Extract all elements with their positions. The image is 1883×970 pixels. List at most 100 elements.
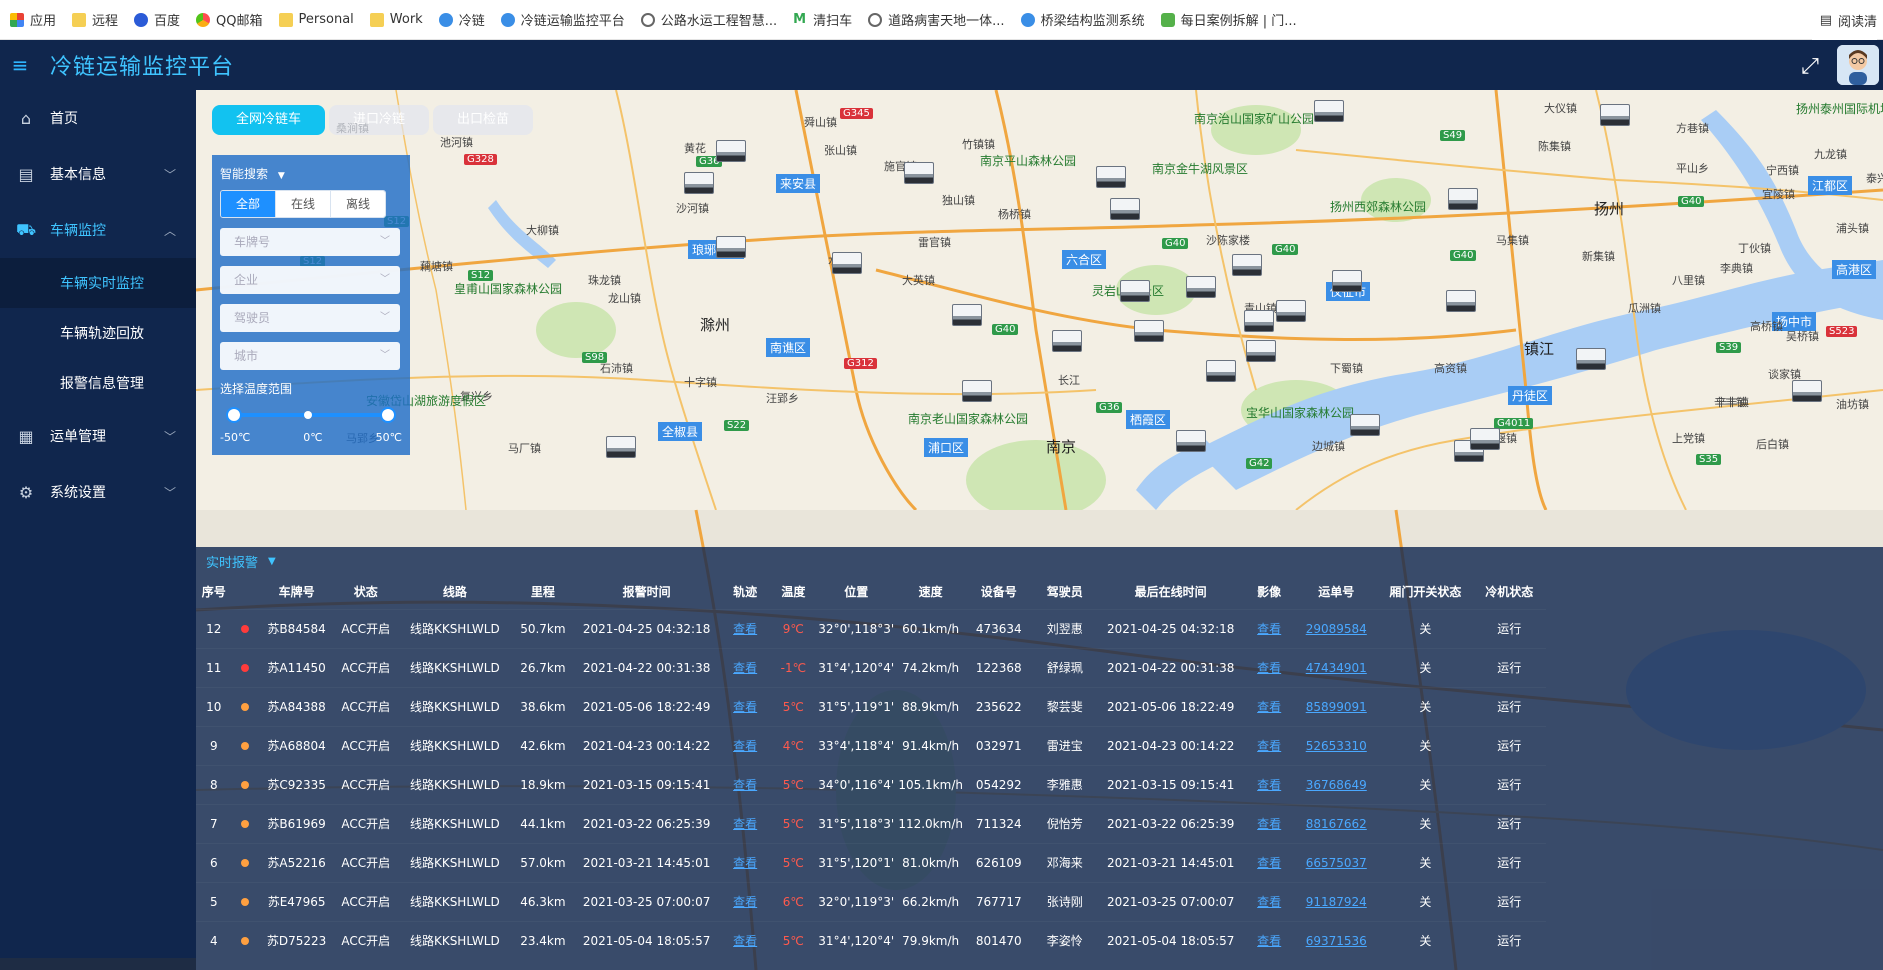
cold-chain-truck-marker[interactable] <box>1448 188 1478 210</box>
view-image-link[interactable]: 查看 <box>1257 661 1281 675</box>
reading-list-button[interactable]: ▤ 阅读清 <box>1811 0 1877 40</box>
view-track-link[interactable]: 查看 <box>733 895 757 909</box>
cold-chain-truck-marker[interactable] <box>962 380 992 402</box>
waybill-link[interactable]: 88167662 <box>1306 817 1367 831</box>
sidebar-item-basic-info[interactable]: ▤ 基本信息 ﹀ <box>0 146 196 202</box>
cold-chain-truck-marker[interactable] <box>1576 348 1606 370</box>
filter-offline-button[interactable]: 离线 <box>331 191 385 217</box>
cell-image: 查看 <box>1244 765 1294 804</box>
view-image-link[interactable]: 查看 <box>1257 739 1281 753</box>
cold-chain-truck-marker[interactable] <box>1110 198 1140 220</box>
waybill-link[interactable]: 69371536 <box>1306 934 1367 948</box>
cold-chain-truck-marker[interactable] <box>1186 276 1216 298</box>
waybill-link[interactable]: 29089584 <box>1306 622 1367 636</box>
view-image-link[interactable]: 查看 <box>1257 934 1281 948</box>
smart-search-title[interactable]: 智能搜索 ▼ <box>220 165 402 182</box>
bookmark-item[interactable]: 桥梁结构监测系统 <box>1020 10 1145 29</box>
view-track-link[interactable]: 查看 <box>733 661 757 675</box>
cold-chain-truck-marker[interactable] <box>1314 100 1344 122</box>
cold-chain-truck-marker[interactable] <box>1176 430 1206 452</box>
bookmark-item[interactable]: 道路病害天地一体... <box>868 10 1005 29</box>
menu-toggle-icon[interactable]: ≡ <box>0 40 40 90</box>
waybill-link[interactable]: 85899091 <box>1306 700 1367 714</box>
bookmark-item[interactable]: 公路水运工程智慧... <box>640 10 777 29</box>
cold-chain-truck-marker[interactable] <box>1276 300 1306 322</box>
view-track-link[interactable]: 查看 <box>733 622 757 636</box>
filter-all-button[interactable]: 全部 <box>221 191 276 217</box>
bookmark-item[interactable]: QQ邮箱 <box>196 10 263 29</box>
cold-chain-truck-marker[interactable] <box>1134 320 1164 342</box>
view-track-link[interactable]: 查看 <box>733 817 757 831</box>
bookmark-item[interactable]: 百度 <box>134 10 180 29</box>
bookmark-item[interactable]: 冷链 <box>438 10 485 29</box>
cell-cooler: 运行 <box>1497 895 1522 909</box>
cold-chain-truck-marker[interactable] <box>904 162 934 184</box>
cold-chain-truck-marker[interactable] <box>1232 254 1262 276</box>
cold-chain-truck-marker[interactable] <box>1600 104 1630 126</box>
bookmark-item[interactable]: 应用 <box>10 10 56 29</box>
cold-chain-truck-marker[interactable] <box>1446 290 1476 312</box>
waybill-link[interactable]: 36768649 <box>1306 778 1367 792</box>
driver-select[interactable]: 驾驶员 ﹀ <box>220 304 400 332</box>
sidebar-item-vehicle-monitor[interactable]: ⛟ 车辆监控 ︿ <box>0 202 196 258</box>
cold-chain-truck-marker[interactable] <box>684 172 714 194</box>
slider-max-handle[interactable] <box>380 407 396 423</box>
bookmark-item[interactable]: 远程 <box>72 10 118 29</box>
bookmark-item[interactable]: Personal <box>278 12 354 27</box>
waybill-link[interactable]: 52653310 <box>1306 739 1367 753</box>
cold-chain-truck-marker[interactable] <box>606 436 636 458</box>
cold-chain-truck-marker[interactable] <box>832 252 862 274</box>
view-track-link[interactable]: 查看 <box>733 739 757 753</box>
view-image-link[interactable]: 查看 <box>1257 778 1281 792</box>
cold-chain-truck-marker[interactable] <box>1470 428 1500 450</box>
view-image-link[interactable]: 查看 <box>1257 700 1281 714</box>
sidebar-item-settings[interactable]: ⚙ 系统设置 ﹀ <box>0 464 196 520</box>
fullscreen-icon[interactable]: ⤢ <box>1797 54 1823 80</box>
cell-temp: 5℃ <box>782 933 804 948</box>
cold-chain-truck-marker[interactable] <box>1206 360 1236 382</box>
cold-chain-truck-marker[interactable] <box>716 236 746 258</box>
cold-chain-truck-marker[interactable] <box>716 140 746 162</box>
view-track-link[interactable]: 查看 <box>733 856 757 870</box>
cold-chain-truck-marker[interactable] <box>1792 380 1822 402</box>
view-image-link[interactable]: 查看 <box>1257 895 1281 909</box>
plate-select[interactable]: 车牌号 ﹀ <box>220 228 400 256</box>
bookmark-item[interactable]: 每日案例拆解 | 门... <box>1160 10 1297 29</box>
temp-range-slider[interactable] <box>226 407 396 423</box>
bookmark-item[interactable]: M 清扫车 <box>793 10 852 29</box>
sidebar-subitem-realtime[interactable]: 车辆实时监控 <box>0 258 196 308</box>
waybill-link[interactable]: 47434901 <box>1306 661 1367 675</box>
tab-export-inspection[interactable]: 出口检苗 <box>433 105 534 135</box>
cold-chain-truck-marker[interactable] <box>1246 340 1276 362</box>
sidebar-subitem-alarm-manage[interactable]: 报警信息管理 <box>0 358 196 408</box>
city-select[interactable]: 城市 ﹀ <box>220 342 400 370</box>
tab-all-cold-chain[interactable]: 全网冷链车 <box>212 105 326 135</box>
cold-chain-truck-marker[interactable] <box>952 304 982 326</box>
bookmark-item[interactable]: Work <box>369 12 423 27</box>
view-image-link[interactable]: 查看 <box>1257 622 1281 636</box>
waybill-link[interactable]: 66575037 <box>1306 856 1367 870</box>
sidebar-item-home[interactable]: ⌂ 首页 <box>0 90 196 146</box>
cold-chain-truck-marker[interactable] <box>1052 330 1082 352</box>
company-select[interactable]: 企业 ﹀ <box>220 266 400 294</box>
cold-chain-truck-marker[interactable] <box>1120 280 1150 302</box>
avatar[interactable] <box>1837 45 1879 85</box>
view-image-link[interactable]: 查看 <box>1257 856 1281 870</box>
alarm-panel-header[interactable]: 实时报警 ▼ <box>196 547 1883 575</box>
tab-import-cold-chain[interactable]: 进口冷链 <box>329 105 430 135</box>
map-place-label: 浦头镇 <box>1836 222 1869 235</box>
view-track-link[interactable]: 查看 <box>733 778 757 792</box>
view-image-link[interactable]: 查看 <box>1257 817 1281 831</box>
cold-chain-truck-marker[interactable] <box>1096 166 1126 188</box>
view-track-link[interactable]: 查看 <box>733 934 757 948</box>
waybill-link[interactable]: 91187924 <box>1306 895 1367 909</box>
view-track-link[interactable]: 查看 <box>733 700 757 714</box>
bookmark-item[interactable]: 冷链运输监控平台 <box>500 10 625 29</box>
filter-online-button[interactable]: 在线 <box>276 191 331 217</box>
sidebar-subitem-track-replay[interactable]: 车辆轨迹回放 <box>0 308 196 358</box>
slider-min-handle[interactable] <box>226 407 242 423</box>
cold-chain-truck-marker[interactable] <box>1350 414 1380 436</box>
sidebar-item-waybill[interactable]: ▦ 运单管理 ﹀ <box>0 408 196 464</box>
cold-chain-truck-marker[interactable] <box>1332 270 1362 292</box>
cold-chain-truck-marker[interactable] <box>1244 310 1274 332</box>
